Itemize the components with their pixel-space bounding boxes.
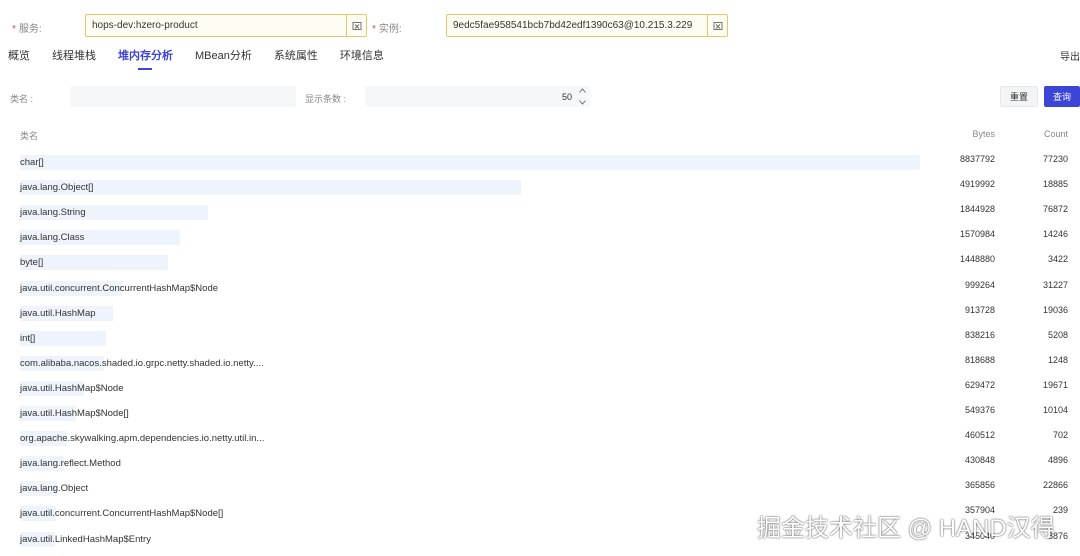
class-name-cell: java.lang.String <box>20 207 86 219</box>
bytes-ratio-bar <box>20 155 920 170</box>
reset-button[interactable]: 重置 <box>1000 86 1038 107</box>
bytes-cell: 818688 <box>964 354 995 365</box>
class-name-cell: java.util.HashMap$Node <box>20 382 124 394</box>
class-name-label: 类名 : <box>10 94 34 104</box>
bytes-cell: 365856 <box>964 480 995 491</box>
bytes-cell: 913728 <box>964 304 995 315</box>
service-label: * 服务: <box>12 24 42 35</box>
count-cell: 5208 <box>1047 329 1068 340</box>
count-cell: 3422 <box>1047 254 1068 265</box>
class-name-cell: org.apache.skywalking.apm.dependencies.i… <box>20 433 265 445</box>
table-row[interactable]: java.util.HashMap$Node 629472 19671 <box>0 380 1080 405</box>
export-button[interactable]: 导出 <box>1060 48 1080 63</box>
limit-label: 显示条数 : <box>305 94 347 104</box>
instance-value: 9edc5fae958541bcb7bd42edf1390c63@10.215.… <box>453 20 693 31</box>
table-row[interactable]: java.lang.Object 365856 22866 <box>0 480 1080 505</box>
count-cell: 4896 <box>1047 455 1068 466</box>
count-cell: 10104 <box>1042 405 1068 415</box>
limit-value: 50 <box>561 92 572 102</box>
tab-system-properties[interactable]: 系统属性 <box>274 47 318 69</box>
class-name-cell: java.util.concurrent.ConcurrentHashMap$N… <box>20 508 224 520</box>
count-cell: 239 <box>1052 505 1068 516</box>
class-name-cell: java.util.concurrent.ConcurrentHashMap$N… <box>20 282 219 294</box>
class-name-cell: java.lang.Class <box>20 232 85 244</box>
table-row[interactable]: java.util.HashMap$Node[] 549376 10104 <box>0 405 1080 430</box>
clear-service-button[interactable] <box>346 15 366 36</box>
clear-icon <box>352 21 361 30</box>
bytes-cell: 1448880 <box>959 254 995 265</box>
class-name-cell: com.alibaba.nacos.shaded.io.grpc.netty.s… <box>20 357 264 369</box>
count-cell: 18885 <box>1042 179 1068 190</box>
chevron-up-icon[interactable] <box>578 88 586 93</box>
tab-overview[interactable]: 概览 <box>8 47 30 69</box>
bytes-cell: 629472 <box>964 379 995 390</box>
count-cell: 77230 <box>1042 154 1068 164</box>
count-cell: 702 <box>1052 430 1068 441</box>
table-row[interactable]: java.util.HashMap 913728 19036 <box>0 305 1080 330</box>
class-name-cell: java.lang.reflect.Method <box>20 458 121 470</box>
table-row[interactable]: java.util.concurrent.ConcurrentHashMap$N… <box>0 280 1080 305</box>
table-row[interactable]: java.lang.reflect.Method 430848 4896 <box>0 455 1080 480</box>
count-cell: 19671 <box>1042 379 1068 390</box>
count-cell: 1248 <box>1047 354 1068 365</box>
service-select[interactable]: hops-dev:hzero-product <box>85 14 367 37</box>
instance-label: * 实例: <box>372 24 402 35</box>
chevron-down-icon[interactable] <box>578 100 586 105</box>
bytes-cell: 1844928 <box>959 204 995 215</box>
class-name-cell: java.util.HashMap <box>20 307 96 319</box>
query-button[interactable]: 查询 <box>1044 86 1080 107</box>
tab-environment[interactable]: 环境信息 <box>340 47 384 69</box>
tab-mbean[interactable]: MBean分析 <box>195 47 252 69</box>
class-name-cell: char[] <box>20 157 44 168</box>
bytes-cell: 838216 <box>964 329 995 340</box>
column-header-class[interactable]: 类名 <box>20 129 38 142</box>
table-row[interactable]: byte[] 1448880 3422 <box>0 254 1080 279</box>
clear-icon <box>713 21 722 30</box>
bytes-cell: 430848 <box>964 455 995 466</box>
table-row[interactable]: com.alibaba.nacos.shaded.io.grpc.netty.s… <box>0 355 1080 380</box>
tab-bar: 概览 线程堆栈 堆内存分析 MBean分析 系统属性 环境信息 <box>8 47 406 70</box>
table-row[interactable]: int[] 838216 5208 <box>0 330 1080 355</box>
clear-instance-button[interactable] <box>707 15 727 36</box>
class-name-input[interactable] <box>70 86 296 107</box>
class-name-cell: java.util.LinkedHashMap$Entry <box>20 533 151 545</box>
tab-thread-stack[interactable]: 线程堆栈 <box>52 47 96 69</box>
class-name-cell: byte[] <box>20 257 44 269</box>
bytes-cell: 8837792 <box>959 154 995 164</box>
instance-select[interactable]: 9edc5fae958541bcb7bd42edf1390c63@10.215.… <box>446 14 728 37</box>
class-name-cell: java.lang.Object <box>20 483 89 495</box>
count-cell: 19036 <box>1042 304 1068 315</box>
bytes-cell: 1570984 <box>959 229 995 240</box>
bytes-cell: 4919992 <box>959 179 995 190</box>
count-cell: 76872 <box>1042 204 1068 215</box>
bytes-cell: 999264 <box>964 279 995 290</box>
class-name-cell: int[] <box>20 332 36 344</box>
class-name-cell: java.util.HashMap$Node[] <box>20 408 129 419</box>
bytes-cell: 460512 <box>964 430 995 441</box>
watermark: 掘金技术社区 @ HAND汉得 <box>757 515 1055 542</box>
service-value: hops-dev:hzero-product <box>92 20 198 31</box>
table-row[interactable]: org.apache.skywalking.apm.dependencies.i… <box>0 430 1080 455</box>
column-header-count[interactable]: Count <box>1044 129 1068 139</box>
count-cell: 31227 <box>1042 279 1068 290</box>
table-row[interactable]: java.lang.Object[] 4919992 18885 <box>0 179 1080 204</box>
table-row[interactable]: char[] 8837792 77230 <box>0 154 1080 179</box>
limit-stepper[interactable]: 50 <box>365 86 590 107</box>
bytes-cell: 549376 <box>964 405 995 415</box>
column-header-bytes[interactable]: Bytes <box>972 129 995 139</box>
tab-heap-analysis[interactable]: 堆内存分析 <box>118 47 173 70</box>
table-row[interactable]: java.lang.String 1844928 76872 <box>0 204 1080 229</box>
count-cell: 22866 <box>1042 480 1068 491</box>
bytes-ratio-bar <box>20 180 521 196</box>
class-name-cell: java.lang.Object[] <box>20 182 94 194</box>
table-row[interactable]: java.lang.Class 1570984 14246 <box>0 229 1080 254</box>
count-cell: 14246 <box>1042 229 1068 240</box>
